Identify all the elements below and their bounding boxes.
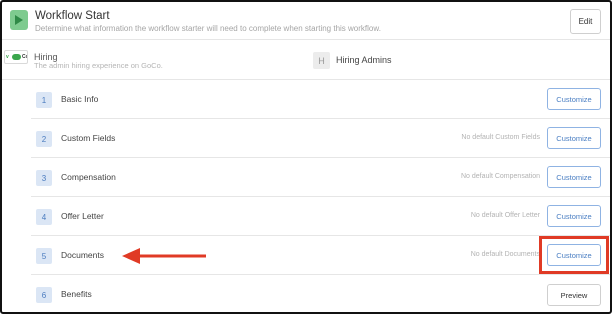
step-number: 4	[36, 209, 52, 225]
customize-button[interactable]: Customize	[547, 205, 601, 227]
step-row-basic-info: 1 Basic Info Customize	[31, 80, 610, 119]
step-row-benefits: 6 Benefits Preview	[31, 275, 610, 314]
customize-button[interactable]: Customize	[547, 166, 601, 188]
step-label: Documents	[61, 250, 104, 260]
edit-button[interactable]: Edit	[570, 9, 601, 34]
step-default-message: No default Compensation	[461, 173, 540, 180]
step-number: 5	[36, 248, 52, 264]
customize-button[interactable]: Customize	[547, 88, 601, 110]
preview-button[interactable]: Preview	[547, 284, 601, 306]
step-label: Basic Info	[61, 94, 99, 104]
step-label: Compensation	[61, 172, 116, 182]
annotation-arrow-icon	[122, 248, 206, 264]
goco-logo: vCo	[4, 50, 28, 64]
annotation-highlight-box	[539, 236, 609, 274]
step-row-compensation: 3 Compensation No default Compensation C…	[31, 158, 610, 197]
customize-button[interactable]: Customize	[547, 127, 601, 149]
step-number: 6	[36, 287, 52, 303]
step-label: Offer Letter	[61, 211, 104, 221]
workflow-start-header: Workflow Start Determine what informatio…	[2, 2, 610, 40]
step-row-custom-fields: 2 Custom Fields No default Custom Fields…	[31, 119, 610, 158]
admins-avatar: H	[313, 52, 330, 69]
step-default-message: No default Offer Letter	[470, 212, 540, 219]
play-icon	[10, 10, 28, 30]
workflow-description: The admin hiring experience on GoCo.	[34, 61, 163, 70]
page-subtitle: Determine what information the workflow …	[35, 24, 381, 33]
page-title: Workflow Start	[35, 10, 110, 22]
step-default-message: No default Custom Fields	[461, 134, 540, 141]
step-default-message: No default Documents	[470, 251, 540, 258]
step-row-documents: 5 Documents No default Documents Customi…	[31, 236, 610, 275]
step-number: 3	[36, 170, 52, 186]
step-number: 2	[36, 131, 52, 147]
step-row-offer-letter: 4 Offer Letter No default Offer Letter C…	[31, 197, 610, 236]
admins-label: Hiring Admins	[336, 55, 392, 65]
step-label: Benefits	[61, 289, 92, 299]
step-label: Custom Fields	[61, 133, 116, 143]
hiring-workflow-row: vCo Hiring The admin hiring experience o…	[2, 40, 610, 80]
step-number: 1	[36, 92, 52, 108]
